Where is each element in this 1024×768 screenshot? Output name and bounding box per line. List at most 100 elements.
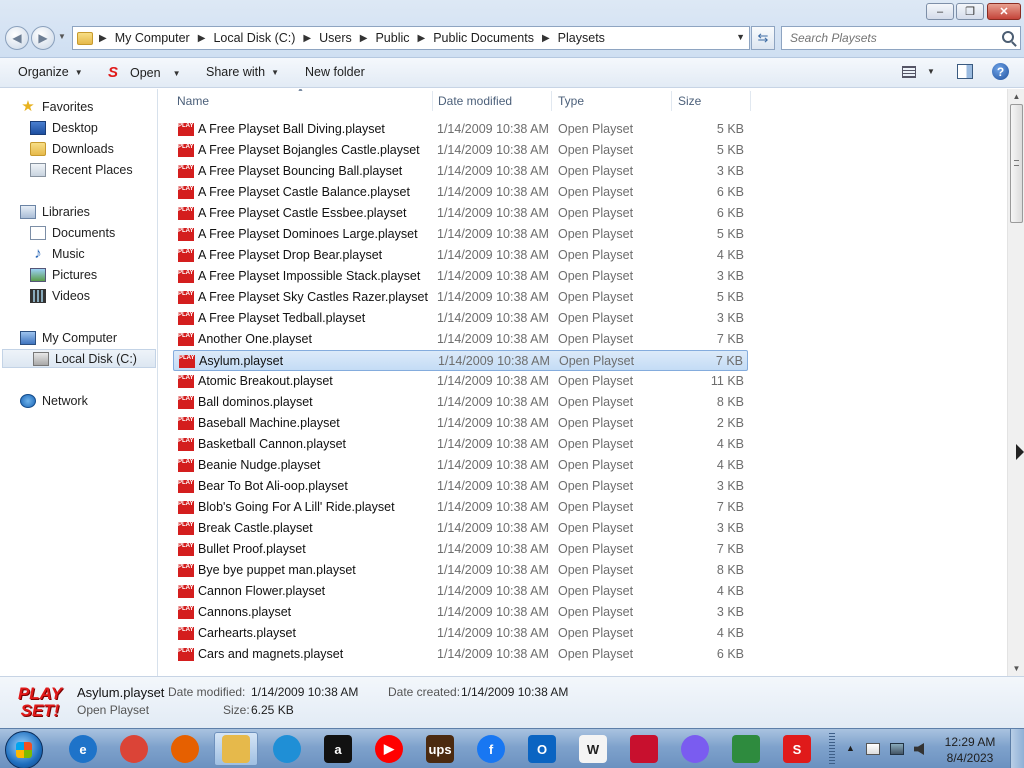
file-name[interactable]: Break Castle.playset — [198, 521, 313, 535]
help-icon[interactable]: ? — [992, 63, 1009, 80]
file-name[interactable]: Basketball Cannon.playset — [198, 437, 346, 451]
column-divider[interactable] — [551, 91, 552, 111]
file-name[interactable]: Baseball Machine.playset — [198, 416, 340, 430]
nav-network[interactable]: Network — [0, 391, 158, 410]
taskbar-app-copilot[interactable] — [673, 732, 717, 766]
file-name[interactable]: A Free Playset Castle Essbee.playset — [198, 206, 406, 220]
file-row[interactable]: PLAY SET! A Free Playset Ball Diving.play… — [173, 119, 748, 140]
clock-date[interactable]: 8/4/2023 — [940, 751, 1000, 765]
file-row[interactable]: PLAY SET! A Free Playset Bojangles Castle… — [173, 140, 748, 161]
file-row[interactable]: PLAY SET! A Free Playset Tedball.playset 1… — [173, 308, 748, 329]
taskbar-app-playset[interactable]: S — [775, 732, 819, 766]
file-row[interactable]: PLAY SET! Bye bye puppet man.playset 1/14/… — [173, 560, 748, 581]
column-header-name[interactable]: Name — [177, 94, 209, 114]
column-divider[interactable] — [432, 91, 433, 111]
nav-recent-places[interactable]: Recent Places — [0, 160, 158, 179]
file-name[interactable]: A Free Playset Impossible Stack.playset — [198, 269, 420, 283]
breadcrumb-public[interactable]: Public — [375, 31, 409, 45]
file-name[interactable]: A Free Playset Bouncing Ball.playset — [198, 164, 402, 178]
file-row[interactable]: PLAY SET! A Free Playset Castle Balance.p… — [173, 182, 748, 203]
scroll-up-arrow-icon[interactable]: ▲ — [1009, 89, 1024, 104]
file-name[interactable]: Ball dominos.playset — [198, 395, 313, 409]
file-row[interactable]: PLAY SET! Carhearts.playset 1/14/2009 10:3… — [173, 623, 748, 644]
nav-documents[interactable]: Documents — [0, 223, 158, 242]
scrollbar-thumb[interactable] — [1010, 104, 1023, 223]
breadcrumb-users[interactable]: Users — [319, 31, 352, 45]
chevron-right-icon[interactable]: ▶ — [418, 33, 426, 44]
file-row[interactable]: PLAY SET! Another One.playset 1/14/2009 10… — [173, 329, 748, 350]
organize-button[interactable]: Organize ▼ — [18, 65, 83, 79]
nav-music[interactable]: ♪ Music — [0, 244, 158, 263]
file-name[interactable]: Cannons.playset — [198, 605, 291, 619]
show-desktop-button[interactable] — [1010, 729, 1024, 768]
file-name[interactable]: A Free Playset Tedball.playset — [198, 311, 365, 325]
address-dropdown-icon[interactable]: ▼ — [736, 32, 745, 42]
file-row[interactable]: PLAY SET! Cannons.playset 1/14/2009 10:38 … — [173, 602, 748, 623]
file-name[interactable]: Blob's Going For A Lill' Ride.playset — [198, 500, 395, 514]
minimize-button[interactable]: – — [926, 3, 954, 20]
nav-downloads[interactable]: Downloads — [0, 139, 158, 158]
file-name[interactable]: Another One.playset — [198, 332, 312, 346]
file-name[interactable]: A Free Playset Castle Balance.playset — [198, 185, 410, 199]
file-row[interactable]: PLAY SET! A Free Playset Bouncing Ball.pl… — [173, 161, 748, 182]
taskbar-app-edge[interactable] — [265, 732, 309, 766]
column-header-type[interactable]: Type — [558, 94, 584, 114]
file-name[interactable]: Asylum.playset — [199, 354, 283, 368]
chevron-right-icon[interactable]: ▶ — [360, 33, 368, 44]
recent-pages-dropdown[interactable]: ▼ — [58, 32, 66, 41]
file-row[interactable]: PLAY SET! Break Castle.playset 1/14/2009 1… — [173, 518, 748, 539]
chevron-right-icon[interactable]: ▶ — [542, 33, 550, 44]
view-options-dropdown[interactable]: ▼ — [927, 67, 935, 76]
file-name[interactable]: A Free Playset Ball Diving.playset — [198, 122, 385, 136]
taskbar-app-chrome[interactable] — [112, 732, 156, 766]
file-row[interactable]: PLAY SET! A Free Playset Castle Essbee.pl… — [173, 203, 748, 224]
forward-button[interactable]: ▶ — [31, 26, 55, 50]
maximize-button[interactable]: ❐ — [956, 3, 984, 20]
file-name[interactable]: A Free Playset Sky Castles Razer.playset — [198, 290, 428, 304]
clock-time[interactable]: 12:29 AM — [940, 735, 1000, 749]
file-name[interactable]: Cannon Flower.playset — [198, 584, 325, 598]
nav-my-computer[interactable]: My Computer — [0, 328, 158, 347]
file-name[interactable]: Bear To Bot Ali-oop.playset — [198, 479, 348, 493]
file-row[interactable]: PLAY SET! Bear To Bot Ali-oop.playset 1/14… — [173, 476, 748, 497]
taskbar-app-outlook[interactable]: O — [520, 732, 564, 766]
column-header-size[interactable]: Size — [678, 94, 701, 114]
new-folder-button[interactable]: New folder — [305, 65, 365, 79]
nav-pictures[interactable]: Pictures — [0, 265, 158, 284]
refresh-button[interactable]: ⇆ — [751, 26, 775, 50]
chevron-right-icon[interactable]: ▶ — [99, 33, 107, 44]
breadcrumb-playsets[interactable]: Playsets — [558, 31, 605, 45]
change-view-icon[interactable] — [902, 66, 916, 78]
file-name[interactable]: A Free Playset Dominoes Large.playset — [198, 227, 418, 241]
share-with-button[interactable]: Share with ▼ — [206, 65, 279, 79]
file-name[interactable]: Carhearts.playset — [198, 626, 296, 640]
nav-videos[interactable]: Videos — [0, 286, 158, 305]
network-status-icon[interactable] — [890, 743, 904, 755]
vertical-scrollbar[interactable]: ▲ ▼ — [1007, 89, 1024, 676]
nav-favorites[interactable]: ★ Favorites — [0, 97, 158, 116]
action-center-icon[interactable] — [866, 743, 880, 755]
nav-local-disk[interactable]: Local Disk (C:) — [2, 349, 156, 368]
file-row[interactable]: PLAY SET! A Free Playset Impossible Stack… — [173, 266, 748, 287]
file-row[interactable]: PLAY SET! Beanie Nudge.playset 1/14/2009 1… — [173, 455, 748, 476]
taskbar-app-bank-of-america[interactable] — [622, 732, 666, 766]
start-button[interactable] — [5, 731, 43, 768]
breadcrumb-public-documents[interactable]: Public Documents — [433, 31, 534, 45]
taskbar-app-facebook[interactable]: f — [469, 732, 513, 766]
file-row[interactable]: PLAY SET! Ball dominos.playset 1/14/2009 1… — [173, 392, 748, 413]
nav-libraries[interactable]: Libraries — [0, 202, 158, 221]
nav-desktop[interactable]: Desktop — [0, 118, 158, 137]
search-input[interactable] — [790, 31, 990, 45]
close-button[interactable]: ✕ — [987, 3, 1021, 20]
scroll-down-arrow-icon[interactable]: ▼ — [1009, 661, 1024, 676]
search-icon[interactable] — [1002, 31, 1014, 43]
chevron-right-icon[interactable]: ▶ — [303, 33, 311, 44]
taskbar-app-internet-explorer[interactable]: e — [61, 732, 105, 766]
column-divider[interactable] — [671, 91, 672, 111]
taskbar-app-wikipedia[interactable]: W — [571, 732, 615, 766]
file-row[interactable]: PLAY SET! A Free Playset Drop Bear.playse… — [173, 245, 748, 266]
volume-icon[interactable] — [914, 743, 924, 755]
file-row[interactable]: PLAY SET! Cannon Flower.playset 1/14/2009 … — [173, 581, 748, 602]
file-name[interactable]: Beanie Nudge.playset — [198, 458, 320, 472]
taskbar-app-store[interactable] — [724, 732, 768, 766]
